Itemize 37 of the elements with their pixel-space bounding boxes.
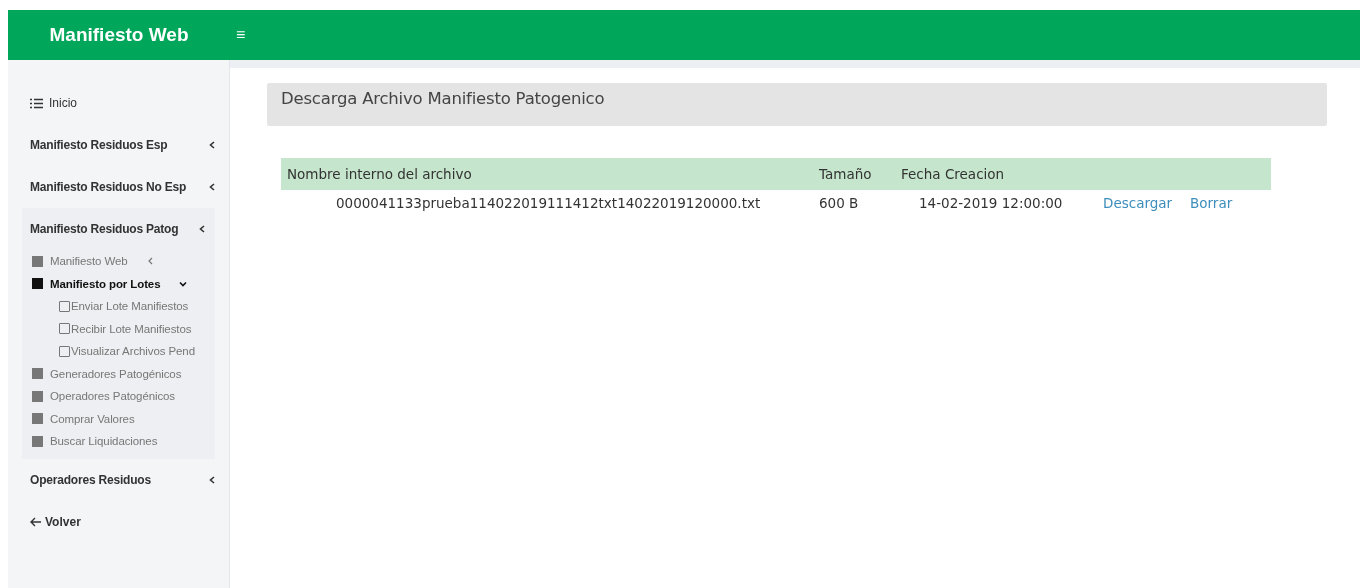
square-icon [32, 413, 43, 425]
sidebar-item[interactable]: Manifiesto Residuos Patog [22, 208, 215, 250]
menu-button[interactable]: ≡ [230, 26, 252, 44]
submenu-item[interactable]: Operadores Patogénicos [22, 385, 215, 408]
submenu-item[interactable]: Manifiesto por Lotes [22, 272, 215, 295]
column-header: Nombre interno del archivo [281, 158, 813, 190]
submenu-item[interactable]: Visualizar Archivos Pend [22, 340, 215, 363]
submenu-item[interactable]: Recibir Lote Manifiestos [22, 317, 215, 340]
sidebar-item[interactable]: Manifiesto Residuos Esp [8, 124, 229, 166]
table-cell: 600 B [813, 190, 895, 216]
table-cell: 0000041133prueba114022019111412txt14022019120000.txt [281, 190, 813, 216]
sidebar-item[interactable]: Manifiesto Residuos No Esp [8, 166, 229, 208]
square-outline-icon [59, 300, 70, 312]
square-outline-icon [59, 323, 70, 335]
submenu-item[interactable]: Comprar Valores [22, 407, 215, 430]
table-cell: 14-02-2019 12:00:00 [895, 190, 1097, 216]
list-icon [30, 97, 43, 109]
download-link[interactable]: Descargar [1103, 195, 1173, 211]
panel-title: Descarga Archivo Manifiesto Patogenico [281, 89, 605, 108]
brand-title: Manifiesto Web [48, 24, 190, 46]
submenu-item[interactable]: Buscar Liquidaciones [22, 430, 215, 453]
square-icon [32, 435, 43, 447]
square-icon [32, 255, 43, 267]
square-outline-icon [59, 345, 70, 357]
column-header: Fecha Creacion [895, 158, 1097, 190]
sidebar-item[interactable]: Operadores Residuos [8, 458, 229, 501]
submenu-item[interactable]: Enviar Lote Manifiestos [22, 295, 215, 318]
delete-link[interactable]: Borrar [1190, 195, 1233, 211]
sidebar-item[interactable]: Inicio [8, 82, 229, 124]
square-icon [32, 390, 43, 402]
sidebar-item[interactable]: Volver [8, 500, 229, 543]
square-icon [32, 368, 43, 380]
submenu-item[interactable]: Generadores Patogénicos [22, 362, 215, 385]
square-icon [32, 278, 43, 290]
arrow-left-icon [30, 516, 42, 527]
column-header: Tamaño [813, 158, 895, 190]
submenu-item[interactable]: Manifiesto Web [22, 250, 215, 273]
